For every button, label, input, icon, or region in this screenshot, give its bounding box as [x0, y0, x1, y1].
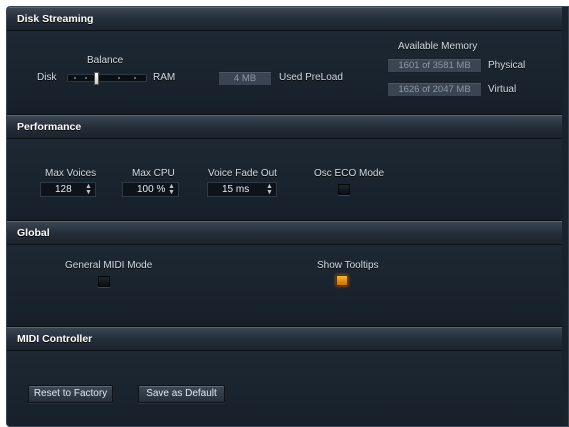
disk-streaming-header: Disk Streaming — [7, 7, 568, 31]
performance-body: Max Voices 128 ▲ ▼ Max CPU 100 % ▲ ▼ Voice… — [7, 139, 568, 221]
osc-eco-mode-label: Osc ECO Mode — [314, 168, 385, 179]
max-cpu-label: Max CPU — [132, 168, 175, 179]
panel-edge — [562, 7, 568, 426]
slider-tick — [118, 77, 120, 79]
slider-tick — [74, 77, 76, 79]
general-midi-mode-toggle[interactable] — [98, 276, 110, 287]
balance-slider[interactable] — [67, 72, 147, 85]
voice-fade-out-label: Voice Fade Out — [208, 168, 277, 179]
max-cpu-stepper[interactable]: 100 % ▲ ▼ — [122, 182, 179, 197]
used-preload-label: Used PreLoad — [279, 72, 343, 83]
reset-to-factory-button[interactable]: Reset to Factory — [28, 385, 113, 403]
max-voices-label: Max Voices — [45, 168, 97, 179]
voice-fade-out-stepper[interactable]: 15 ms ▲ ▼ — [207, 182, 277, 197]
preload-value-field: 4 MB — [218, 71, 272, 86]
balance-label: Balance — [87, 55, 124, 66]
disk-streaming-body: Balance Disk RAM 4 MB Used PreLoad Avail… — [7, 31, 568, 115]
show-tooltips-label: Show Tooltips — [317, 260, 379, 271]
settings-panel: Disk Streaming Balance Disk RAM 4 MB Use… — [6, 6, 569, 427]
stepper-arrows-icon[interactable]: ▲ ▼ — [168, 183, 175, 196]
available-memory-label: Available Memory — [398, 41, 478, 52]
midi-controller-body: Reset to Factory Save as Default — [7, 351, 568, 426]
show-tooltips-toggle[interactable] — [336, 275, 348, 286]
osc-eco-mode-toggle[interactable] — [338, 184, 350, 195]
disk-streaming-section: Disk Streaming Balance Disk RAM 4 MB Use… — [7, 7, 568, 115]
global-header: Global — [7, 221, 568, 245]
save-as-default-button[interactable]: Save as Default — [138, 385, 225, 403]
performance-header: Performance — [7, 115, 568, 139]
midi-controller-header: MIDI Controller — [7, 327, 568, 351]
max-voices-stepper[interactable]: 128 ▲ ▼ — [40, 182, 96, 197]
voice-fade-out-value: 15 ms — [222, 184, 250, 195]
physical-memory-field: 1601 of 3581 MB — [387, 58, 482, 73]
stepper-arrows-icon[interactable]: ▲ ▼ — [266, 183, 273, 196]
balance-slider-knob[interactable] — [94, 72, 99, 85]
performance-section: Performance Max Voices 128 ▲ ▼ Max CPU 10… — [7, 115, 568, 221]
physical-label: Physical — [488, 60, 526, 71]
ram-label: RAM — [153, 72, 176, 83]
stepper-arrows-icon[interactable]: ▲ ▼ — [85, 183, 92, 196]
virtual-label: Virtual — [488, 84, 517, 95]
max-cpu-value: 100 % — [137, 184, 166, 195]
midi-controller-section: MIDI Controller Reset to Factory Save as… — [7, 327, 568, 426]
slider-tick — [134, 77, 136, 79]
virtual-memory-field: 1626 of 2047 MB — [387, 82, 482, 97]
global-body: General MIDI Mode Show Tooltips — [7, 245, 568, 327]
max-voices-value: 128 — [55, 184, 72, 195]
global-section: Global General MIDI Mode Show Tooltips — [7, 221, 568, 327]
general-midi-mode-label: General MIDI Mode — [65, 260, 153, 271]
disk-label: Disk — [37, 72, 57, 83]
slider-tick — [85, 77, 87, 79]
